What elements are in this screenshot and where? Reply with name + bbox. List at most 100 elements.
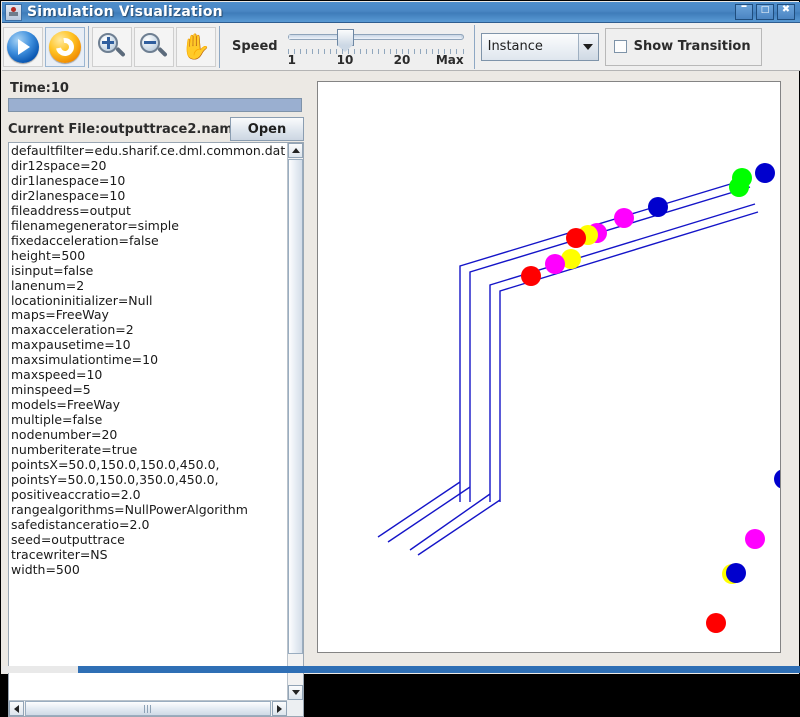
property-line[interactable]: dir12space=20 (11, 158, 287, 174)
property-line[interactable]: maxspeed=10 (11, 367, 287, 383)
property-line[interactable]: dir1lanespace=10 (11, 173, 287, 189)
lane-4 (499, 211, 759, 502)
scroll-right-button[interactable] (272, 701, 287, 716)
show-transition-panel[interactable]: Show Transition (604, 27, 762, 66)
property-line[interactable]: fileaddress=output (11, 203, 287, 219)
property-line[interactable]: positiveaccratio=2.0 (11, 487, 287, 503)
speed-label-mid: 10 (336, 52, 354, 67)
zoom-in-icon (97, 32, 127, 62)
property-line[interactable]: locationinitializer=Null (11, 293, 287, 309)
property-line[interactable]: lanenum=2 (11, 278, 287, 294)
vehicle-node[interactable] (566, 228, 586, 248)
vehicle-node[interactable] (614, 208, 634, 228)
property-line[interactable]: dir2lanespace=10 (11, 188, 287, 204)
hand-icon: ✋ (180, 31, 212, 61)
vehicle-node[interactable] (648, 197, 668, 217)
vehicle-node[interactable] (745, 529, 765, 549)
property-line[interactable]: pointsY=50.0,150.0,350.0,450.0, (11, 472, 287, 488)
property-line[interactable]: defaultfilter=edu.sharif.ce.dml.common.d… (11, 143, 287, 159)
window-controls: – □ ✖ (735, 0, 800, 20)
property-line[interactable]: tracewriter=NS (11, 547, 287, 563)
vehicle-node[interactable] (726, 563, 746, 583)
simulation-scene (377, 163, 780, 633)
list-vertical-scrollbar[interactable] (287, 143, 303, 700)
vehicle-node[interactable] (729, 177, 749, 197)
maximize-button[interactable]: □ (756, 4, 774, 20)
property-line[interactable]: maxpausetime=10 (11, 337, 287, 353)
speed-slider-labels: 1 10 20 Max (286, 53, 466, 69)
lane-2 (469, 186, 751, 502)
current-file-row: Current File:outputtrace2.nam Open (8, 117, 304, 141)
instance-combobox-value: Instance (487, 39, 543, 54)
property-line[interactable]: minspeed=5 (11, 382, 287, 398)
instance-group: Instance Show Transition (473, 24, 762, 69)
maximize-icon: □ (760, 5, 770, 15)
current-file-label: Current File:outputtrace2.nam (8, 121, 230, 137)
playback-button-group (2, 25, 86, 69)
visualization-canvas[interactable] (317, 81, 781, 653)
title-bar: Simulation Visualization – □ ✖ (2, 0, 800, 23)
window-bottom-strip (2, 666, 800, 673)
close-button[interactable]: ✖ (777, 4, 795, 20)
speed-label: Speed (232, 39, 278, 54)
toolbar-separator-2 (219, 25, 220, 68)
minimize-icon: – (740, 0, 748, 14)
zoom-out-icon (139, 32, 169, 62)
property-line[interactable]: multiple=false (11, 412, 287, 428)
vehicle-node[interactable] (706, 613, 726, 633)
toolbar: ✋ Speed 1 10 20 Max Instance Show Transi… (2, 23, 800, 71)
speed-label-high: 20 (393, 52, 411, 67)
vehicle-node[interactable] (774, 469, 780, 489)
zoom-button-group: ✋ (91, 25, 217, 69)
property-line[interactable]: width=500 (11, 562, 287, 578)
properties-list-container: defaultfilter=edu.sharif.ce.dml.common.d… (8, 142, 304, 717)
scroll-down-button[interactable] (288, 685, 303, 700)
lane-3 (489, 203, 756, 502)
vehicle-node[interactable] (755, 163, 775, 183)
scroll-left-button[interactable] (9, 701, 24, 716)
show-transition-checkbox[interactable] (613, 40, 627, 53)
property-line[interactable]: maps=FreeWay (11, 308, 287, 323)
horizontal-scrollbar-thumb[interactable] (25, 701, 271, 716)
zoom-out-button[interactable] (134, 26, 174, 67)
vertical-scrollbar-thumb[interactable] (288, 159, 303, 654)
play-button[interactable] (3, 26, 43, 67)
scroll-up-button[interactable] (288, 143, 303, 158)
vehicle-node[interactable] (521, 266, 541, 286)
scrollbar-corner (287, 700, 303, 716)
property-line[interactable]: rangealgorithms=NullPowerAlgorithm (11, 502, 287, 518)
ramp-2 (387, 486, 471, 543)
property-line[interactable]: maxsimulationtime=10 (11, 352, 287, 368)
property-line[interactable]: nodenumber=20 (11, 427, 287, 443)
close-icon: ✖ (781, 4, 791, 15)
speed-label-max: Max (435, 52, 464, 67)
property-line[interactable]: numberiterate=true (11, 442, 287, 458)
reload-button[interactable] (45, 26, 85, 67)
property-line[interactable]: models=FreeWay (11, 397, 287, 413)
property-line[interactable]: isinput=false (11, 263, 287, 279)
window-title: Simulation Visualization (27, 4, 223, 20)
instance-combobox[interactable]: Instance (480, 32, 599, 61)
ramp-1 (377, 481, 461, 538)
speed-slider[interactable]: 1 10 20 Max (286, 25, 466, 69)
property-line[interactable]: safedistanceratio=2.0 (11, 517, 287, 533)
vehicle-node[interactable] (545, 254, 565, 274)
property-line[interactable]: filenamegenerator=simple (11, 218, 287, 234)
chevron-down-icon[interactable] (577, 33, 598, 60)
minimize-button[interactable]: – (735, 0, 753, 20)
property-line[interactable]: fixedacceleration=false (11, 233, 287, 249)
property-line[interactable]: pointsX=50.0,150.0,150.0,450.0, (11, 457, 287, 473)
application-window: Simulation Visualization – □ ✖ ✋ Speed 1… (0, 0, 800, 717)
zoom-in-button[interactable] (92, 26, 132, 67)
speed-slider-thumb[interactable] (337, 28, 354, 52)
properties-list[interactable]: defaultfilter=edu.sharif.ce.dml.common.d… (9, 143, 287, 700)
property-line[interactable]: height=500 (11, 248, 287, 264)
show-transition-label: Show Transition (633, 39, 751, 54)
speed-label-min: 1 (287, 52, 296, 67)
list-horizontal-scrollbar[interactable] (9, 700, 287, 716)
app-icon (5, 3, 22, 21)
pan-button[interactable]: ✋ (176, 26, 216, 67)
property-line[interactable]: seed=outputtrace (11, 532, 287, 548)
open-button[interactable]: Open (230, 117, 304, 141)
property-line[interactable]: maxacceleration=2 (11, 322, 287, 338)
